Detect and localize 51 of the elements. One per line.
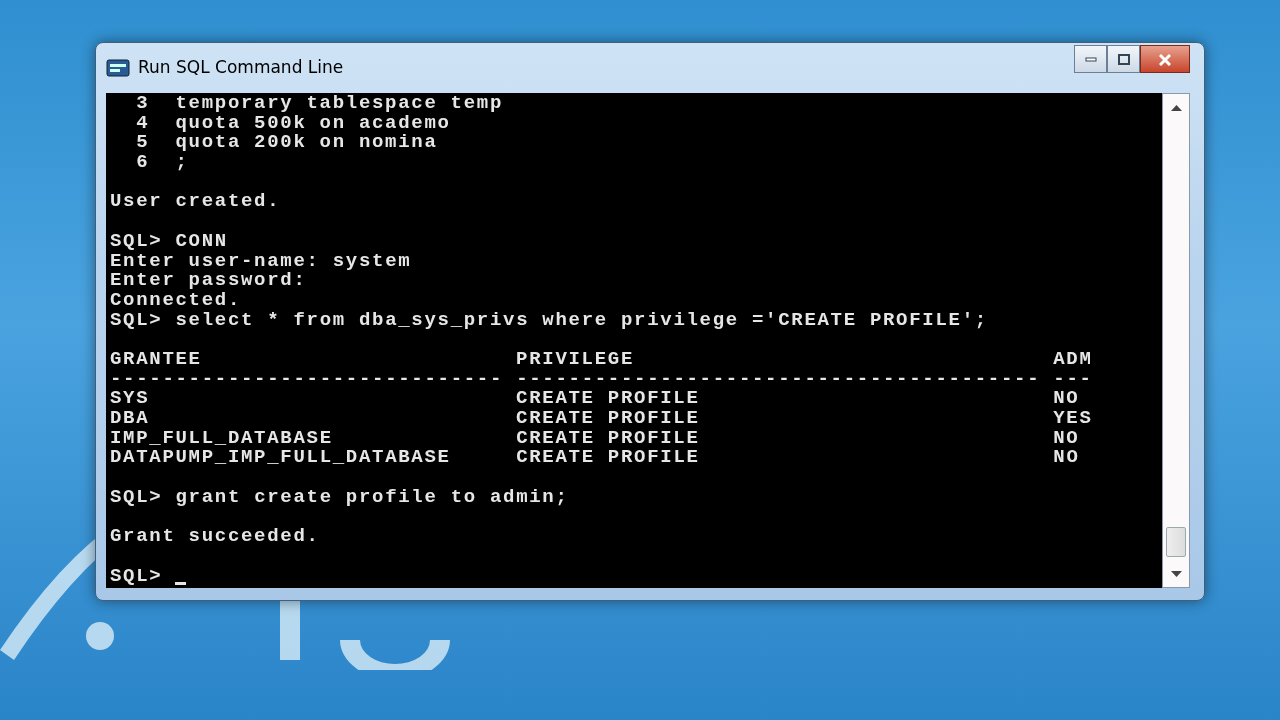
table-cell: NO xyxy=(1053,428,1080,449)
scrollbar[interactable] xyxy=(1162,93,1190,588)
close-icon xyxy=(1159,53,1171,66)
heading-underline: ---------------------------------------- xyxy=(516,369,1041,390)
maximize-icon xyxy=(1117,54,1130,65)
sql-command: CONN xyxy=(175,231,228,252)
column-heading: ADM xyxy=(1053,349,1093,370)
table-cell: DATAPUMP_IMP_FULL_DATABASE xyxy=(110,448,451,469)
sql-prompt: SQL> xyxy=(110,231,163,252)
table-cell: CREATE PROFILE xyxy=(516,409,700,429)
sql-command: select * from dba_sys_privs where privilege ='CREATE PROFILE'; xyxy=(175,310,988,331)
minimize-icon xyxy=(1084,57,1097,62)
table-cell: NO xyxy=(1053,389,1080,409)
sql-text: temporary tablespace temp xyxy=(175,94,504,114)
line-number: 6 xyxy=(136,153,150,173)
table-cell: IMP_FULL_DATABASE xyxy=(110,428,333,449)
sql-prompt: SQL> xyxy=(110,566,163,587)
maximize-button[interactable] xyxy=(1107,45,1140,73)
line-number: 4 xyxy=(136,113,150,134)
sql-text: quota 500k on academo xyxy=(175,113,451,134)
scroll-thumb[interactable] xyxy=(1166,527,1186,557)
scroll-up-icon[interactable] xyxy=(1171,104,1182,111)
heading-underline: --- xyxy=(1053,369,1093,390)
close-button[interactable] xyxy=(1140,45,1190,73)
text-cursor xyxy=(175,581,187,585)
minimize-button[interactable] xyxy=(1074,45,1107,73)
column-heading: GRANTEE xyxy=(110,349,202,370)
sql-text: quota 200k on nomina xyxy=(175,133,438,154)
sql-prompt: SQL> xyxy=(110,310,163,331)
output-text: Grant succeeded. xyxy=(110,527,320,547)
column-heading: PRIVILEGE xyxy=(516,349,635,370)
table-cell: CREATE PROFILE xyxy=(516,389,700,409)
table-cell: SYS xyxy=(110,389,150,409)
sql-command: grant create profile to admin; xyxy=(175,487,569,508)
table-cell: NO xyxy=(1053,448,1080,469)
output-text: Connected. xyxy=(110,290,242,311)
output-text: Enter user-name: system xyxy=(110,251,412,272)
line-number: 5 xyxy=(136,133,150,154)
line-number: 3 xyxy=(136,94,150,114)
sql-prompt: SQL> xyxy=(110,487,163,508)
output-text: Enter password: xyxy=(110,271,307,291)
window-title: Run SQL Command Line xyxy=(138,56,344,80)
table-cell: CREATE PROFILE xyxy=(516,448,700,469)
scroll-down-icon[interactable] xyxy=(1171,571,1182,578)
heading-underline: ------------------------------ xyxy=(110,369,504,390)
sql-text: ; xyxy=(175,153,189,173)
output-text: User created. xyxy=(110,192,281,213)
table-cell: YES xyxy=(1053,409,1093,429)
table-cell: CREATE PROFILE xyxy=(516,428,700,449)
app-icon xyxy=(106,59,130,77)
table-cell: DBA xyxy=(110,409,150,429)
